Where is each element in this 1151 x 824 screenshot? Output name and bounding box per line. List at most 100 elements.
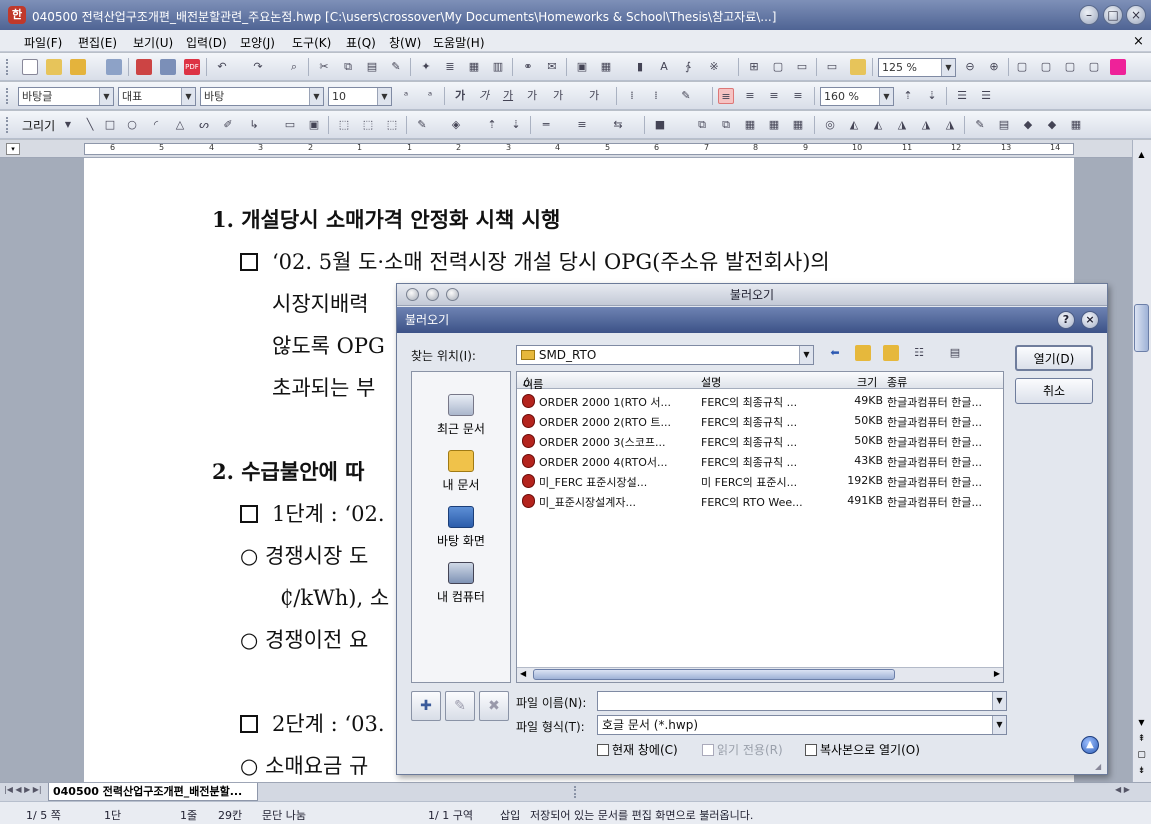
fill-bucket-icon[interactable]: ◆ <box>1020 117 1036 133</box>
dialog-close-dot[interactable] <box>406 288 419 301</box>
tab-nav-icons[interactable]: |◀ ◀ ▶ ▶| <box>4 785 42 794</box>
hwp-app-icon[interactable]: 한 <box>8 6 26 24</box>
open-copy-checkbox[interactable]: 복사본으로 열기(O) <box>805 741 920 758</box>
align-left-icon[interactable]: ≡ <box>742 88 758 104</box>
font-color-icon[interactable]: 가 <box>550 88 566 104</box>
prev-page-icon[interactable]: ⇞ <box>1134 734 1149 746</box>
numbered-list-icon[interactable]: ☰ <box>954 88 970 104</box>
style-icon[interactable]: ▦ <box>466 59 482 75</box>
file-row[interactable]: ORDER 2000 2(RTO 트... FERC의 최종규칙 ... 50K… <box>517 411 1003 431</box>
scroll-left-icon[interactable]: ◀ <box>520 669 526 678</box>
file-row[interactable]: ORDER 2000 4(RTO서... FERC의 최종규칙 ... 43KB… <box>517 451 1003 471</box>
pdf-icon[interactable]: PDF <box>184 59 200 75</box>
fill-pattern-icon[interactable]: ◆ <box>1044 117 1060 133</box>
menu-view[interactable]: 보기(U) <box>133 34 173 51</box>
find-icon[interactable]: ⌕ <box>286 59 302 75</box>
symbol-icon[interactable]: ※ <box>706 59 722 75</box>
page-view-icon[interactable]: ▢ <box>1134 750 1149 762</box>
curve-tool-icon[interactable]: ᔕ <box>196 117 212 133</box>
bullet-list-icon[interactable]: ☰ <box>978 88 994 104</box>
rotate-obj-icon[interactable]: ◮ <box>942 117 958 133</box>
grid-icon[interactable]: ▦ <box>1068 117 1084 133</box>
dictionary-icon[interactable] <box>850 59 866 75</box>
place-my-documents[interactable]: 내 문서 <box>412 450 510 493</box>
hscroll-thumb[interactable] <box>533 669 895 680</box>
file-row[interactable]: 미_표준시장설계자... FERC의 RTO Wee... 491KB 한글과컴… <box>517 491 1003 511</box>
file-list-hscrollbar[interactable]: ◀ ▶ <box>517 667 1003 682</box>
hyperlink-icon[interactable]: ⚭ <box>520 59 536 75</box>
underline-icon[interactable]: 가 <box>500 88 516 104</box>
chart-icon[interactable]: ▮ <box>632 59 648 75</box>
arrow-style-icon[interactable]: ⇆ <box>610 117 626 133</box>
save-icon[interactable] <box>106 59 122 75</box>
scroll-up-icon[interactable]: ▲ <box>1134 150 1149 162</box>
font-grow-icon[interactable]: ᵃ <box>398 88 414 104</box>
scroll-down-icon[interactable]: ▼ <box>1134 718 1149 730</box>
shadow-icon[interactable]: ■ <box>652 117 668 133</box>
font-language-select[interactable]: 대표 ▼ <box>118 87 196 106</box>
copy-icon[interactable]: ⧉ <box>340 59 356 75</box>
dialog-window-titlebar[interactable]: 불러오기 <box>397 284 1107 306</box>
line-spacing-select[interactable]: 160 % ▼ <box>820 87 894 106</box>
zoom-out-icon[interactable]: ⊖ <box>962 59 978 75</box>
file-row[interactable]: ORDER 2000 3(스코프... FERC의 최종규칙 ... 50KB … <box>517 431 1003 451</box>
place-desktop[interactable]: 바탕 화면 <box>412 506 510 549</box>
align-justify-icon[interactable]: ≡ <box>718 88 734 104</box>
draw-menu[interactable]: 그리기 <box>22 117 55 134</box>
dialog-zoom-dot[interactable] <box>446 288 459 301</box>
open-button[interactable]: 열기(D) <box>1015 345 1093 371</box>
file-row[interactable]: ORDER 2000 1(RTO 서... FERC의 최종규칙 ... 49K… <box>517 391 1003 411</box>
column-type[interactable]: 종류 <box>887 374 907 390</box>
column-name[interactable]: 이름 △ <box>523 374 543 391</box>
scroll-right-icon[interactable]: ▶ <box>994 669 1000 678</box>
menu-file[interactable]: 파일(F) <box>24 34 62 51</box>
font-select[interactable]: 바탕 ▼ <box>200 87 324 106</box>
remove-place-icon[interactable]: ✖ <box>479 691 509 721</box>
char-spacing-icon[interactable]: ⁞ <box>624 88 640 104</box>
scroll-thumb[interactable] <box>1134 304 1149 352</box>
picture-icon[interactable]: ▣ <box>574 59 590 75</box>
bold-icon[interactable]: 가 <box>452 88 468 104</box>
italic-icon[interactable]: 가 <box>476 88 492 104</box>
look-in-select[interactable]: SMD_RTO ▼ <box>516 345 814 365</box>
font-shrink-icon[interactable]: ᵃ <box>422 88 438 104</box>
flip-h-icon[interactable]: ◮ <box>894 117 910 133</box>
file-list[interactable]: 이름 △ 설명 크기 종류 ORDER 2000 1(RTO 서... FERC… <box>516 371 1004 683</box>
brightness-icon[interactable]: ◭ <box>846 117 862 133</box>
undo-icon[interactable]: ↶ <box>214 59 230 75</box>
ellipse-tool-icon[interactable]: ○ <box>124 117 140 133</box>
rotate-icon[interactable]: ▦ <box>742 117 758 133</box>
vertical-scrollbar[interactable]: ▲ ▼ ⇞ ▢ ⇟ <box>1132 140 1151 782</box>
cancel-button[interactable]: 취소 <box>1015 378 1093 404</box>
paste-icon[interactable]: ▤ <box>364 59 380 75</box>
toolbar-grip-3[interactable] <box>6 117 10 133</box>
ungroup-icon[interactable]: ⬚ <box>384 117 400 133</box>
char-width-icon[interactable]: ⁞ <box>648 88 664 104</box>
highlight-icon[interactable]: 가 <box>586 88 602 104</box>
menu-tools[interactable]: 도구(K) <box>292 34 331 51</box>
contrast-icon[interactable]: ◭ <box>870 117 886 133</box>
up-folder-icon[interactable] <box>855 345 871 361</box>
maximize-button[interactable]: □ <box>1103 5 1123 25</box>
rect-tool-icon[interactable]: □ <box>102 117 118 133</box>
column-size[interactable]: 크기 <box>857 374 877 390</box>
draw-dropdown-icon[interactable]: ▼ <box>60 117 76 133</box>
file-row[interactable]: 미_FERC 표준시장설... 미 FERC의 표준시... 192KB 한글과… <box>517 471 1003 491</box>
format-paint-icon[interactable]: ✎ <box>388 59 404 75</box>
object-props-icon[interactable]: ▤ <box>996 117 1012 133</box>
freehand-tool-icon[interactable]: ✐ <box>220 117 236 133</box>
crop-icon[interactable]: ▦ <box>766 117 782 133</box>
place-recent[interactable]: 최근 문서 <box>412 394 510 437</box>
line-color-icon[interactable]: ✎ <box>414 117 430 133</box>
template-icon[interactable] <box>46 59 62 75</box>
doc-close-icon[interactable]: × <box>1133 34 1144 49</box>
polygon-tool-icon[interactable]: △ <box>172 117 188 133</box>
group-icon[interactable]: ⬚ <box>360 117 376 133</box>
dialog-close-icon[interactable]: × <box>1081 311 1099 329</box>
filetype-select[interactable]: 호글 문서 (*.hwp) ▼ <box>597 715 1007 735</box>
print-icon[interactable] <box>136 59 152 75</box>
image-effect-icon[interactable]: ◎ <box>822 117 838 133</box>
menu-table[interactable]: 표(Q) <box>346 34 376 51</box>
line-width-icon[interactable]: ≡ <box>574 117 590 133</box>
textart-icon[interactable]: A <box>656 59 672 75</box>
